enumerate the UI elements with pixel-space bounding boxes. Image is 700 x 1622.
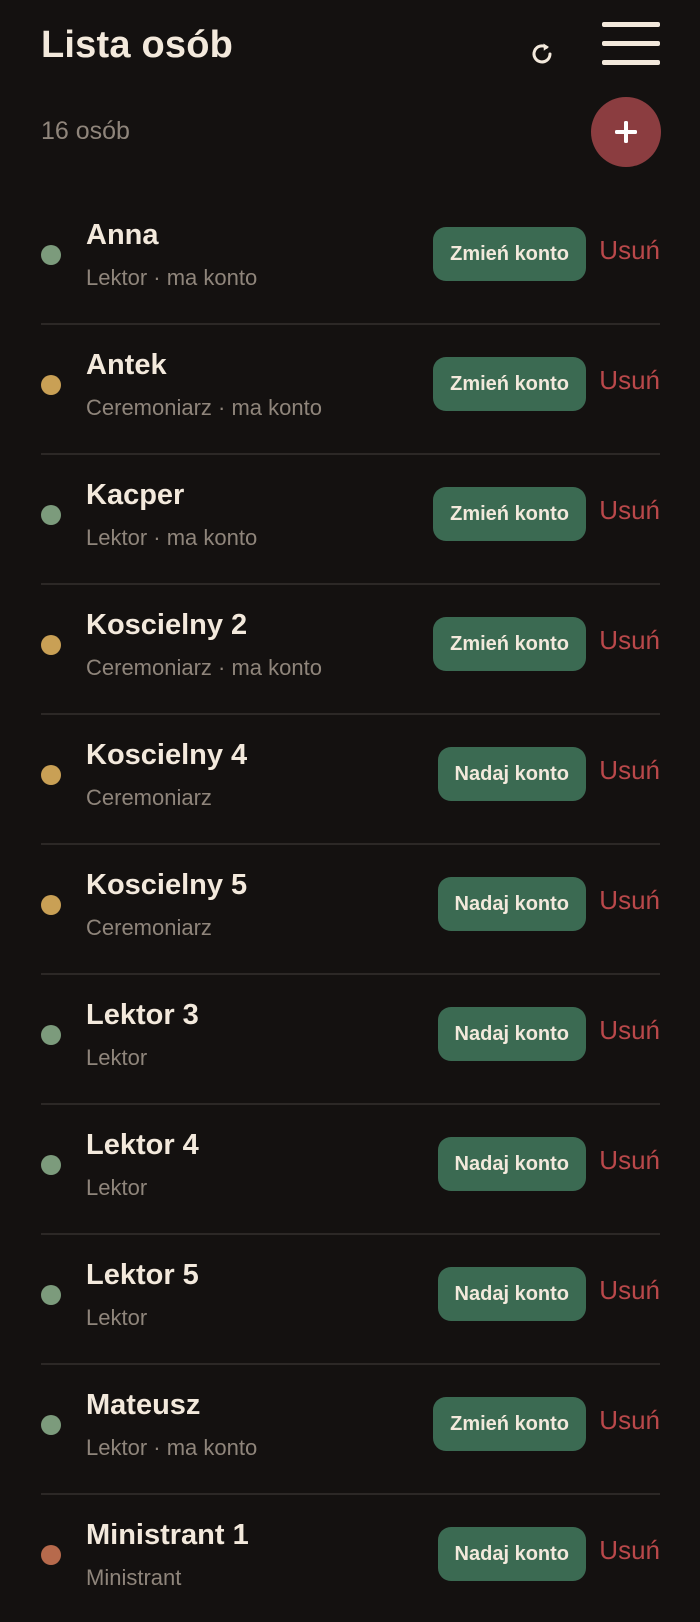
person-role: Lektor · ma konto	[86, 525, 258, 550]
person-name: Lektor 4	[86, 1129, 199, 1161]
person-role: Lektor	[86, 1175, 148, 1200]
menu-line-icon	[602, 22, 660, 27]
delete-button[interactable]: Usuń	[599, 885, 660, 916]
role-indicator-dot	[41, 1415, 61, 1435]
person-role: Ministrant	[86, 1565, 182, 1590]
list-item: Antek Ceremoniarz · ma konto Zmień konto Us…	[41, 325, 660, 455]
plus-icon	[615, 121, 637, 143]
page-title: Lista osób	[41, 24, 234, 66]
list-item: Ministrant 1 Ministrant Nadaj konto Usuń	[41, 1495, 660, 1622]
person-role: Lektor	[86, 1045, 148, 1070]
delete-button[interactable]: Usuń	[599, 1015, 660, 1046]
menu-line-icon	[602, 41, 660, 46]
account-button[interactable]: Nadaj konto	[437, 747, 586, 801]
person-name: Anna	[86, 219, 159, 251]
account-button[interactable]: Nadaj konto	[437, 877, 586, 931]
delete-button[interactable]: Usuń	[599, 625, 660, 656]
role-indicator-dot	[41, 895, 61, 915]
list-item: Kacper Lektor · ma konto Zmień konto Usuń	[41, 455, 660, 585]
person-name: Antek	[86, 349, 167, 381]
person-name: Koscielny 2	[86, 609, 248, 641]
role-indicator-dot	[41, 505, 61, 525]
role-indicator-dot	[41, 375, 61, 395]
person-name: Koscielny 5	[86, 869, 248, 901]
person-name: Koscielny 4	[86, 739, 248, 771]
account-button[interactable]: Nadaj konto	[437, 1267, 586, 1321]
account-button[interactable]: Nadaj konto	[437, 1007, 586, 1061]
list-item: Lektor 4 Lektor Nadaj konto Usuń	[41, 1105, 660, 1235]
delete-button[interactable]: Usuń	[599, 235, 660, 266]
person-name: Ministrant 1	[86, 1519, 249, 1551]
delete-button[interactable]: Usuń	[599, 1405, 660, 1436]
person-name: Kacper	[86, 479, 185, 511]
person-name: Lektor 5	[86, 1259, 199, 1291]
account-button[interactable]: Nadaj konto	[437, 1137, 586, 1191]
account-button[interactable]: Zmień konto	[433, 487, 586, 541]
list-item: Koscielny 5 Ceremoniarz Nadaj konto Usuń	[41, 845, 660, 975]
account-button[interactable]: Nadaj konto	[437, 1527, 586, 1581]
person-role: Ceremoniarz	[86, 915, 212, 940]
list-item: Koscielny 4 Ceremoniarz Nadaj konto Usuń	[41, 715, 660, 845]
role-indicator-dot	[41, 1025, 61, 1045]
add-person-button[interactable]	[591, 97, 661, 167]
people-list: Anna Lektor · ma konto Zmień konto Usuń Ante…	[41, 195, 660, 1622]
delete-button[interactable]: Usuń	[599, 1275, 660, 1306]
person-role: Ceremoniarz · ma konto	[86, 655, 322, 680]
person-role: Lektor · ma konto	[86, 265, 258, 290]
person-role: Ceremoniarz · ma konto	[86, 395, 322, 420]
refresh-icon	[532, 43, 552, 64]
delete-button[interactable]: Usuń	[599, 755, 660, 786]
role-indicator-dot	[41, 1285, 61, 1305]
person-name: Mateusz	[86, 1389, 201, 1421]
person-name: Lektor 3	[86, 999, 199, 1031]
hamburger-menu-button[interactable]	[602, 20, 662, 68]
list-item: Lektor 5 Lektor Nadaj konto Usuń	[41, 1235, 660, 1365]
person-role: Lektor	[86, 1305, 148, 1330]
refresh-button[interactable]	[524, 36, 560, 72]
delete-button[interactable]: Usuń	[599, 1535, 660, 1566]
delete-button[interactable]: Usuń	[599, 365, 660, 396]
role-indicator-dot	[41, 765, 61, 785]
account-button[interactable]: Zmień konto	[433, 227, 586, 281]
account-button[interactable]: Zmień konto	[433, 1397, 586, 1451]
account-button[interactable]: Zmień konto	[433, 357, 586, 411]
app-header: Lista osób	[0, 0, 700, 95]
people-list-screen: Lista osób 16 osób Anna Lektor · ma konto…	[0, 0, 700, 1622]
people-count: 16 osób	[41, 117, 130, 145]
list-item: Anna Lektor · ma konto Zmień konto Usuń	[41, 195, 660, 325]
list-item: Lektor 3 Lektor Nadaj konto Usuń	[41, 975, 660, 1105]
menu-line-icon	[602, 60, 660, 65]
list-item: Mateusz Lektor · ma konto Zmień konto Usuń	[41, 1365, 660, 1495]
delete-button[interactable]: Usuń	[599, 495, 660, 526]
role-indicator-dot	[41, 1545, 61, 1565]
role-indicator-dot	[41, 245, 61, 265]
account-button[interactable]: Zmień konto	[433, 617, 586, 671]
delete-button[interactable]: Usuń	[599, 1145, 660, 1176]
role-indicator-dot	[41, 1155, 61, 1175]
list-item: Koscielny 2 Ceremoniarz · ma konto Zmień k…	[41, 585, 660, 715]
person-role: Ceremoniarz	[86, 785, 212, 810]
role-indicator-dot	[41, 635, 61, 655]
person-role: Lektor · ma konto	[86, 1435, 258, 1460]
